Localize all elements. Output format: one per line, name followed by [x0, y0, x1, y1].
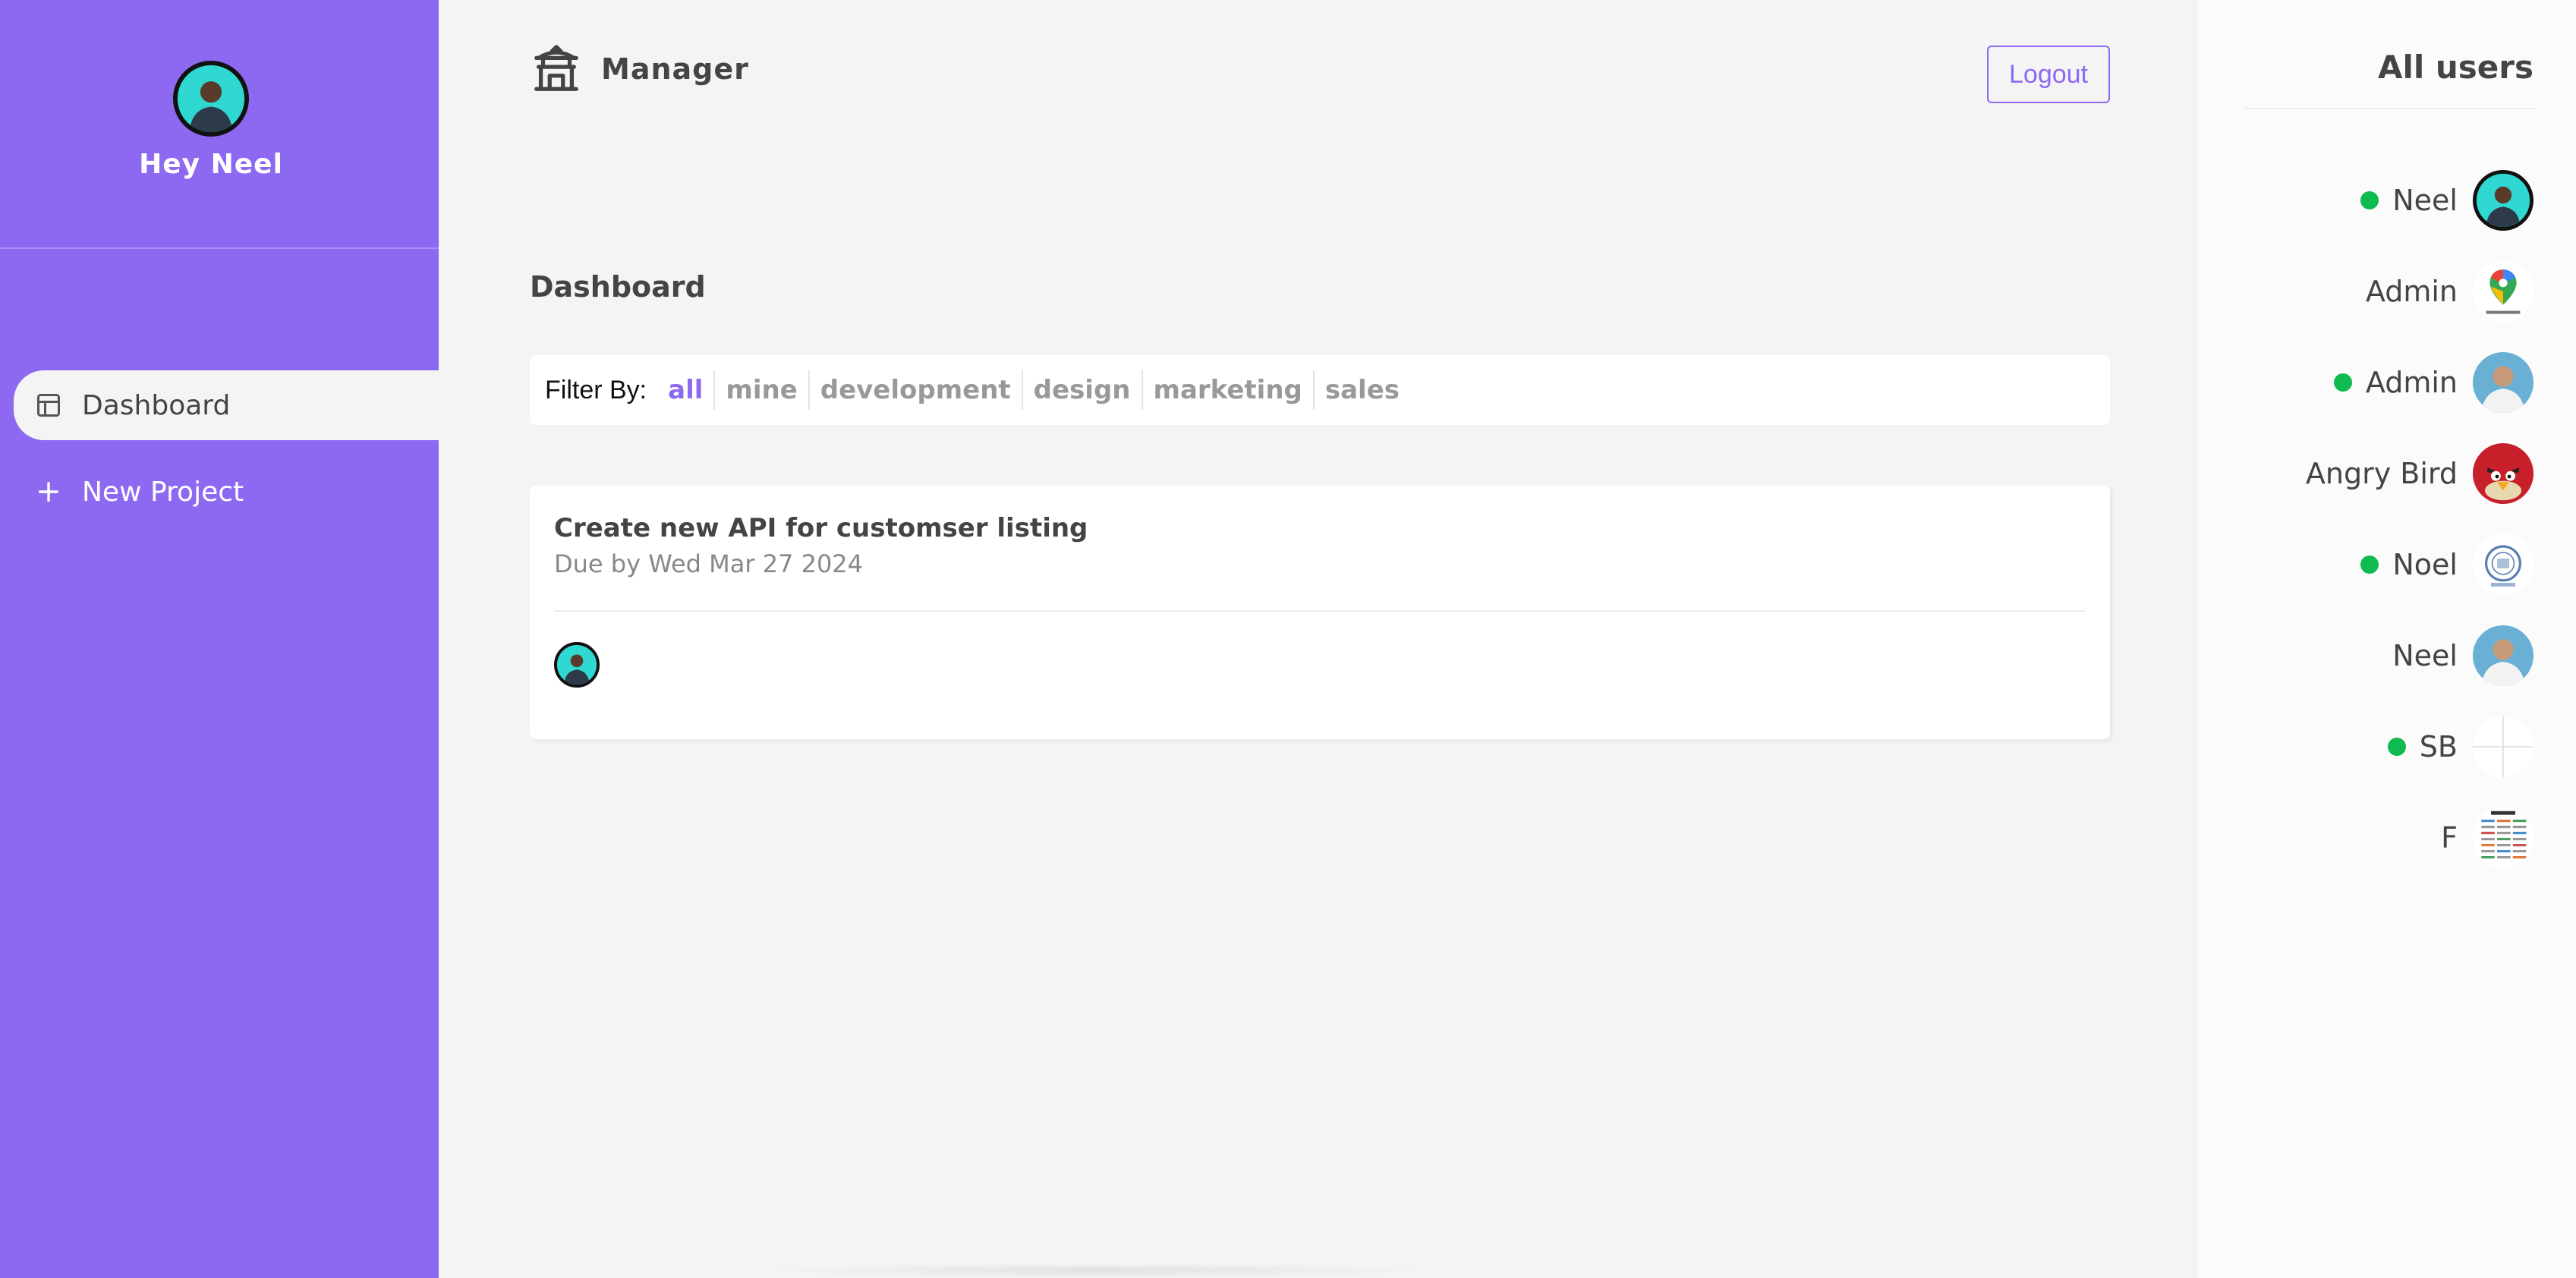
- page-title: Dashboard: [530, 270, 706, 304]
- user-name: SB: [2419, 730, 2458, 763]
- person-photo-icon: [2473, 352, 2533, 413]
- user-name: Neel: [2392, 184, 2458, 217]
- users-panel-divider: [2245, 108, 2537, 109]
- user-name: Neel: [2392, 639, 2458, 672]
- filter-label: Filter By:: [545, 375, 647, 404]
- nav-label-dashboard: Dashboard: [82, 389, 231, 421]
- layout-icon: [33, 390, 64, 420]
- user-item: F: [2441, 807, 2533, 868]
- plus-icon: [33, 477, 64, 507]
- bottom-shadow: [757, 1263, 1441, 1278]
- filter-bar: Filter By: all mine development design m…: [530, 355, 2110, 425]
- nav-item-new-project[interactable]: New Project: [14, 457, 439, 527]
- filter-option-all[interactable]: all: [668, 370, 716, 410]
- assignee-avatar: [554, 642, 600, 688]
- crosshair-icon: [2473, 716, 2533, 777]
- user-name: Angry Bird: [2305, 457, 2458, 490]
- maps-pin-icon: [2473, 261, 2533, 322]
- user-item: Neel: [2392, 625, 2533, 686]
- sidebar-user: Hey Neel: [0, 0, 439, 249]
- brand: Manager: [530, 41, 749, 97]
- person-avatar-icon: [178, 65, 244, 132]
- filter-option-design[interactable]: design: [1023, 370, 1143, 410]
- card-divider: [554, 610, 2086, 612]
- main-content: Manager Logout Dashboard Filter By: all …: [439, 0, 2198, 1278]
- user-item: Angry Bird: [2306, 443, 2533, 504]
- project-title: Create new API for customser listing: [554, 513, 1088, 543]
- brand-name: Manager: [601, 52, 749, 86]
- person-avatar-icon: [557, 645, 597, 685]
- greeting-text: Hey Neel: [139, 149, 283, 180]
- user-name: Admin: [2365, 275, 2458, 308]
- filter-option-mine[interactable]: mine: [715, 370, 810, 410]
- online-status-dot: [2360, 191, 2379, 209]
- temple-icon: [530, 42, 583, 96]
- person-photo-icon: [2473, 625, 2533, 686]
- person-teal-icon: [2473, 170, 2533, 231]
- nav-label-new-project: New Project: [82, 476, 244, 508]
- project-card[interactable]: Create new API for customser listing Due…: [530, 486, 2110, 739]
- users-panel: All users Neel Admin Admin Angry Bird No…: [2198, 0, 2576, 1278]
- cheatsheet-icon: [2473, 807, 2533, 868]
- nav-item-dashboard[interactable]: Dashboard: [14, 370, 439, 440]
- emblem-icon: [2473, 534, 2533, 595]
- online-status-dot: [2387, 738, 2406, 756]
- project-due-date: Due by Wed Mar 27 2024: [554, 549, 864, 578]
- user-item: Admin: [2366, 261, 2533, 322]
- user-item: SB: [2387, 716, 2533, 777]
- online-status-dot: [2360, 556, 2379, 574]
- user-item: Neel: [2360, 170, 2533, 231]
- filter-option-marketing[interactable]: marketing: [1143, 370, 1315, 410]
- user-name: Admin: [2365, 366, 2458, 399]
- user-name: F: [2441, 821, 2458, 855]
- filter-option-sales[interactable]: sales: [1315, 370, 1410, 410]
- user-item: Noel: [2360, 534, 2533, 595]
- logout-button[interactable]: Logout: [1987, 46, 2110, 103]
- user-item: Admin: [2333, 352, 2533, 413]
- filter-option-development[interactable]: development: [810, 370, 1023, 410]
- online-status-dot: [2333, 373, 2352, 392]
- users-panel-title: All users: [2377, 49, 2533, 86]
- user-name: Noel: [2392, 548, 2458, 581]
- angry-bird-icon: [2473, 443, 2533, 504]
- sidebar: Hey Neel Dashboard New Project: [0, 0, 439, 1278]
- user-avatar: [173, 61, 249, 137]
